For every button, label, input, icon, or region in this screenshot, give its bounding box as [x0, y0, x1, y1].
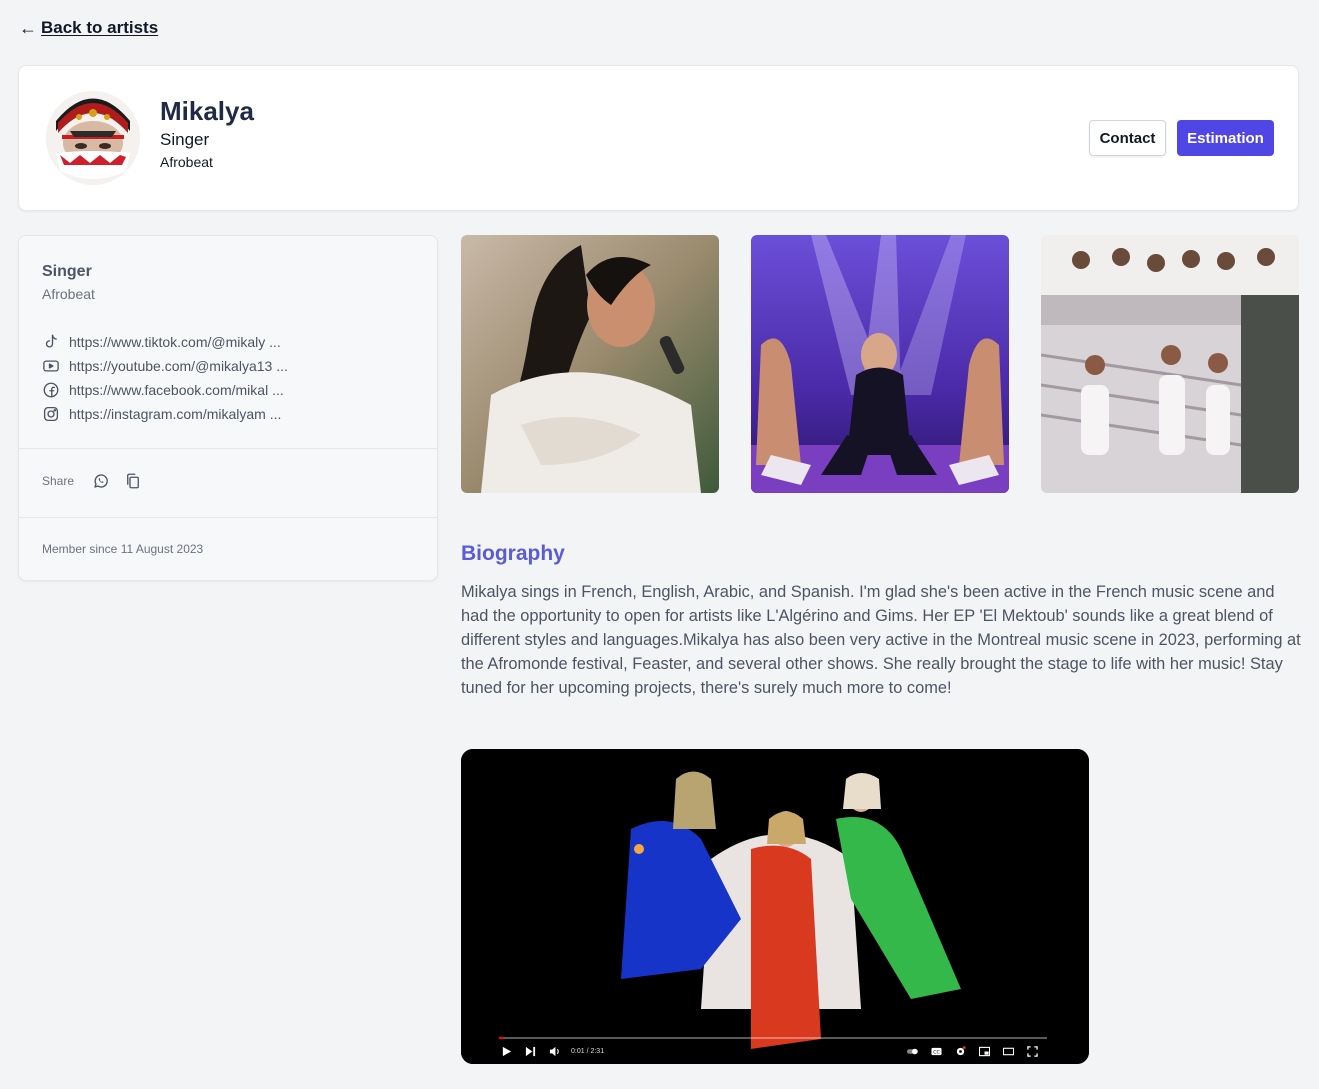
whatsapp-icon[interactable]: [92, 472, 110, 490]
social-link-instagram[interactable]: https://instagram.com/mikalyam ...: [42, 402, 288, 426]
biography-text: Mikalya sings in French, English, Arabic…: [461, 583, 1301, 697]
svg-text:CC: CC: [933, 1049, 939, 1055]
autoplay-toggle-icon[interactable]: [905, 1045, 919, 1057]
estimation-button[interactable]: Estimation: [1177, 120, 1274, 156]
artist-genre: Afrobeat: [160, 154, 213, 170]
social-link-text: https://instagram.com/mikalyam ...: [69, 406, 282, 422]
video-player[interactable]: 0:01 / 2:31 CC: [461, 749, 1089, 1064]
captions-icon[interactable]: CC: [929, 1045, 943, 1057]
artist-name: Mikalya: [160, 96, 254, 126]
instagram-icon: [43, 406, 59, 422]
artist-info-card: Singer Afrobeat https://www.tiktok.com/@…: [18, 235, 438, 581]
share-label: Share: [42, 474, 75, 488]
video-progress-track[interactable]: [499, 1037, 1047, 1039]
artist-role: Singer: [160, 130, 210, 149]
photo-singer-microphone[interactable]: [461, 235, 719, 493]
contact-button[interactable]: Contact: [1089, 120, 1166, 156]
artist-header-card: Mikalya Singer Afrobeat Contact Estimati…: [18, 65, 1299, 211]
back-link-label: Back to artists: [41, 18, 159, 37]
video-progress-fill: [499, 1037, 505, 1039]
artist-avatar: [46, 91, 140, 185]
social-link-text: https://www.facebook.com/mikal ...: [69, 382, 284, 398]
youtube-icon: [43, 360, 59, 372]
fullscreen-icon[interactable]: [1025, 1045, 1039, 1057]
social-link-text: https://youtube.com/@mikalya13 ...: [69, 358, 288, 374]
biography-title: Biography: [461, 542, 565, 565]
social-link-facebook[interactable]: https://www.facebook.com/mikal ...: [42, 378, 288, 402]
divider: [19, 448, 437, 449]
member-since: Member since 11 August 2023: [42, 542, 204, 556]
social-link-text: https://www.tiktok.com/@mikaly ...: [69, 334, 281, 350]
social-link-youtube[interactable]: https://youtube.com/@mikalya13 ...: [42, 354, 288, 378]
video-time: 0:01 / 2:31: [571, 1047, 605, 1055]
copy-icon[interactable]: [124, 472, 142, 490]
theater-mode-icon[interactable]: [1001, 1045, 1015, 1057]
tiktok-icon: [45, 334, 57, 348]
volume-icon[interactable]: [547, 1045, 561, 1057]
settings-gear-icon[interactable]: [953, 1045, 967, 1057]
next-icon[interactable]: [523, 1045, 537, 1057]
miniplayer-icon[interactable]: [977, 1045, 991, 1057]
social-link-tiktok[interactable]: https://www.tiktok.com/@mikaly ...: [42, 330, 288, 354]
sidebar-role: Singer: [42, 263, 92, 280]
share-row: Share: [42, 472, 142, 490]
arrow-left-icon: ←: [19, 18, 37, 38]
photo-stage-performance[interactable]: [751, 235, 1009, 493]
social-links-list: https://www.tiktok.com/@mikaly ... https…: [42, 330, 288, 426]
photo-dancers-outdoor[interactable]: [1041, 235, 1299, 493]
video-controls: 0:01 / 2:31 CC: [499, 1044, 1049, 1058]
facebook-icon: [43, 382, 59, 398]
play-icon[interactable]: [499, 1045, 513, 1057]
sidebar-genre: Afrobeat: [42, 286, 95, 302]
video-thumbnail: [461, 749, 1089, 1064]
back-to-artists-link[interactable]: ← Back to artists: [19, 18, 158, 38]
divider: [19, 517, 437, 518]
